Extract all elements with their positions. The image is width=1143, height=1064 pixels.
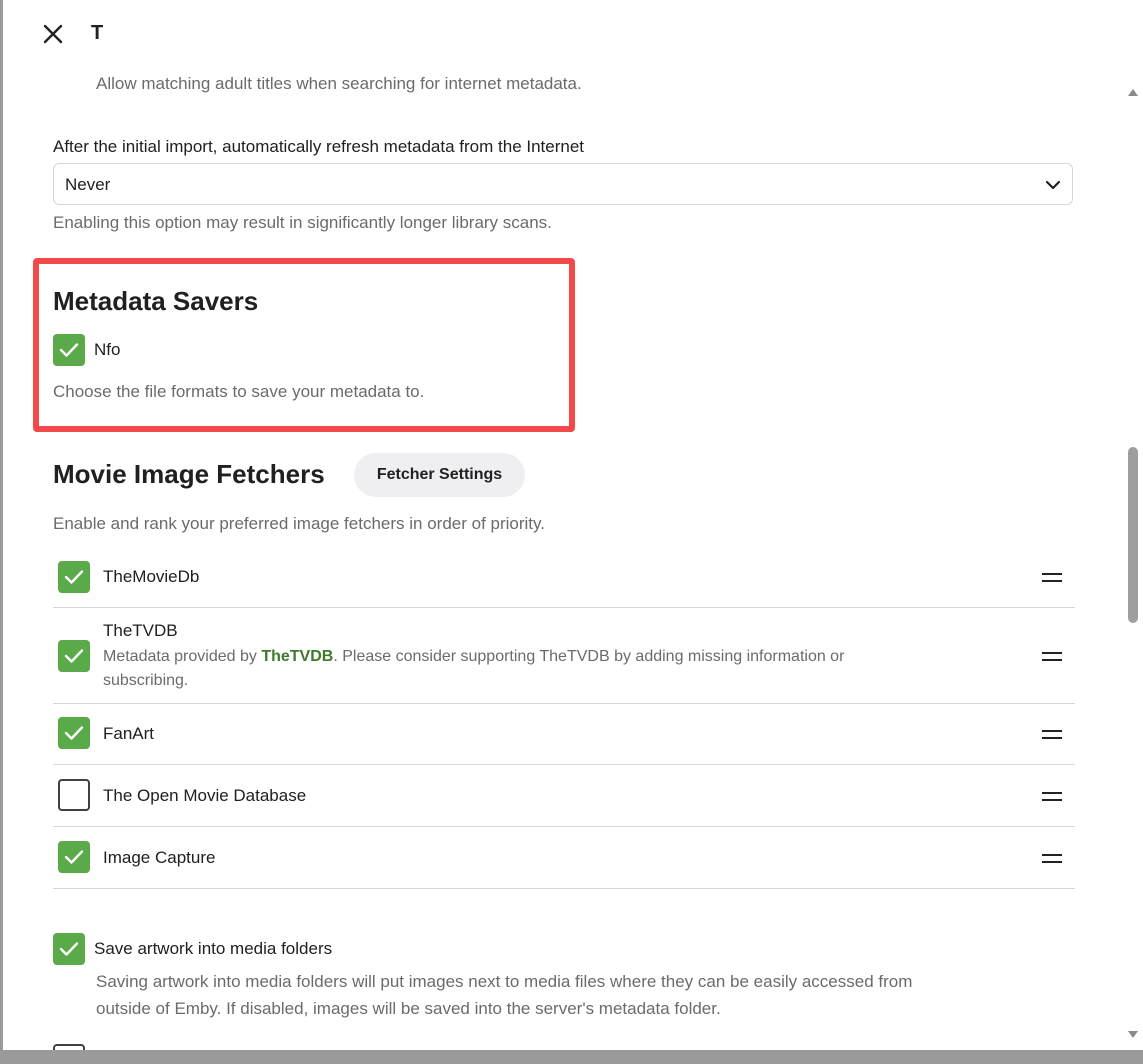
row-divider [53,826,1075,827]
checkmark-icon [64,850,84,864]
image-capture-label: Image Capture [103,848,216,867]
drag-handle-icon[interactable] [1042,792,1062,801]
nfo-label: Nfo [94,340,121,359]
checkmark-icon [64,649,84,663]
refresh-hint: Enabling this option may result in signi… [53,213,552,232]
refresh-label: After the initial import, automatically … [53,137,585,156]
row-divider [53,764,1075,765]
adult-titles-description: Allow matching adult titles when searchi… [96,74,582,93]
checkmark-icon [64,726,84,740]
refresh-select-value: Never [65,175,111,194]
dialog-content: T Allow matching adult titles when searc… [3,0,1125,1050]
thetvdb-desc-suffix: . Please consider supporting TheTVDB by … [333,648,845,665]
metadata-savers-hint: Choose the file formats to save your met… [53,382,425,401]
thetvdb-link[interactable]: TheTVDB [261,648,333,665]
drag-handle-icon[interactable] [1042,652,1062,661]
row-divider [53,703,1075,704]
chevron-down-icon [1045,180,1061,190]
save-artwork-desc-line2: outside of Emby. If disabled, images wil… [96,999,721,1018]
thetvdb-label: TheTVDB [103,621,178,640]
nfo-checkbox[interactable] [53,334,85,366]
thetvdb-desc-line2: subscribing. [103,672,189,689]
dialog-title: T [91,22,104,44]
save-artwork-checkbox[interactable] [53,933,85,965]
save-artwork-desc-line1: Saving artwork into media folders will p… [96,972,913,991]
thetvdb-desc-prefix: Metadata provided by [103,648,262,665]
scrollbar-thumb[interactable] [1128,447,1138,623]
image-fetchers-hint: Enable and rank your preferred image fet… [53,514,545,533]
thetvdb-description: Metadata provided by TheTVDB. Please con… [103,648,844,666]
close-icon [43,24,63,44]
image-fetchers-heading: Movie Image Fetchers [53,459,325,489]
themoviedb-label: TheMovieDb [103,567,200,586]
checkmark-icon [59,343,79,357]
checkmark-icon [59,942,79,956]
scroll-down-arrow-icon[interactable] [1127,1030,1139,1040]
checkmark-icon [64,570,84,584]
omdb-checkbox[interactable] [58,779,90,811]
row-divider [53,888,1075,889]
fanart-label: FanArt [103,724,155,743]
thetvdb-checkbox[interactable] [58,640,90,672]
drag-handle-icon[interactable] [1042,730,1062,739]
scroll-up-arrow-icon[interactable] [1127,87,1139,97]
drag-handle-icon[interactable] [1042,854,1062,863]
image-capture-checkbox[interactable] [58,841,90,873]
omdb-label: The Open Movie Database [103,786,307,805]
row-divider [53,607,1075,608]
refresh-select[interactable]: Never [53,163,1073,205]
themoviedb-checkbox[interactable] [58,561,90,593]
drag-handle-icon[interactable] [1042,573,1062,582]
save-artwork-label: Save artwork into media folders [94,939,333,958]
close-button[interactable] [37,18,69,50]
fetcher-settings-button[interactable]: Fetcher Settings [354,453,525,497]
fanart-checkbox[interactable] [58,717,90,749]
metadata-savers-heading: Metadata Savers [53,286,259,316]
window-frame-bottom [0,1050,1143,1064]
